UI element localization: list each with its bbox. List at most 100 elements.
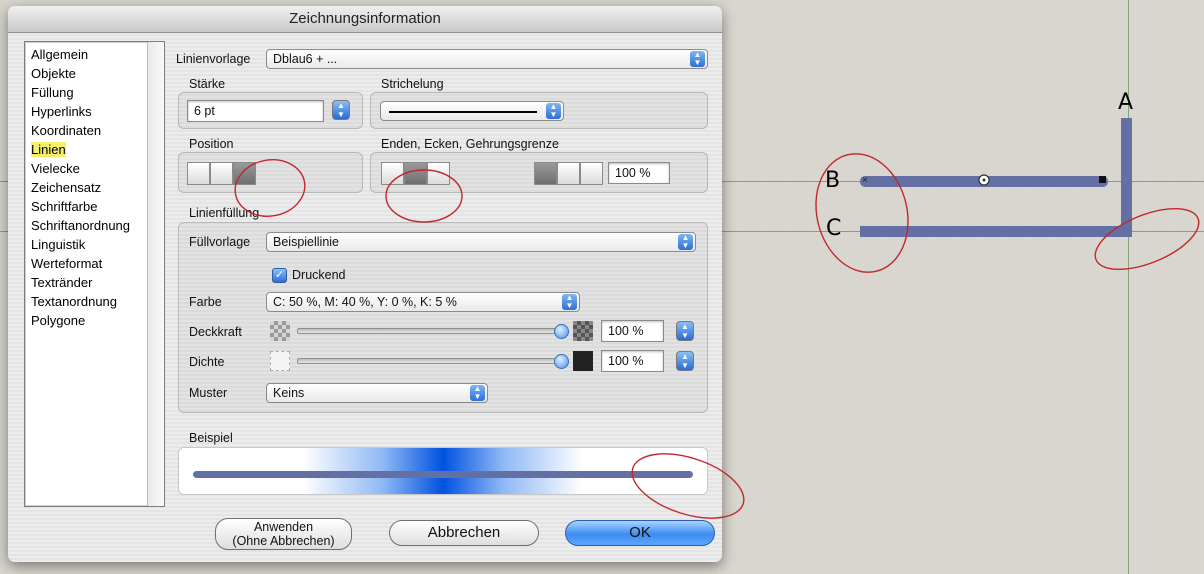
opacity-label: Deckkraft bbox=[189, 325, 242, 339]
fill-template-label: Füllvorlage bbox=[189, 235, 251, 249]
category-item[interactable]: Polygone bbox=[31, 311, 164, 330]
fill-template-value: Beispiellinie bbox=[273, 235, 340, 249]
opacity-field[interactable]: 100 % bbox=[601, 320, 664, 342]
preview-label: Beispiel bbox=[189, 431, 233, 445]
category-item-label: Polygone bbox=[31, 313, 86, 328]
round-cap-icon[interactable] bbox=[404, 162, 427, 185]
pattern-label: Muster bbox=[189, 386, 228, 400]
position-inside-icon[interactable] bbox=[210, 162, 233, 185]
category-item-label: Schriftanordnung bbox=[31, 218, 131, 233]
apply-button-label: Anwenden bbox=[253, 520, 314, 534]
category-item-label: Hyperlinks bbox=[31, 104, 92, 119]
popup-arrows-icon: ▲ ▼ bbox=[678, 234, 693, 250]
category-item[interactable]: Textanordnung bbox=[31, 292, 164, 311]
color-popup[interactable]: C: 50 %, M: 40 %, Y: 0 %, K: 5 % ▲ ▼ bbox=[266, 292, 580, 312]
category-item[interactable]: Linguistik bbox=[31, 235, 164, 254]
label-a: A bbox=[1118, 90, 1134, 115]
ok-button[interactable]: OK bbox=[565, 520, 715, 546]
preview-box bbox=[178, 447, 708, 495]
category-item[interactable]: Hyperlinks bbox=[31, 102, 164, 121]
category-list[interactable]: Allgemein Objekte Füllung Hyperlinks Koordin… bbox=[24, 41, 165, 507]
category-item-label: Textanordnung bbox=[31, 294, 118, 309]
annotation-circle bbox=[815, 153, 909, 273]
color-value: C: 50 %, M: 40 %, Y: 0 %, K: 5 % bbox=[273, 295, 457, 309]
dash-group: ▲ ▼ bbox=[370, 92, 708, 129]
opacity-slider-track[interactable] bbox=[297, 328, 561, 334]
opacity-max-swatch bbox=[573, 321, 593, 341]
category-item[interactable]: Objekte bbox=[31, 64, 164, 83]
solid-line-icon bbox=[389, 111, 537, 113]
category-item[interactable]: Schriftanordnung bbox=[31, 216, 164, 235]
printing-label: Druckend bbox=[292, 268, 346, 282]
annotation-circle bbox=[1094, 207, 1200, 271]
label-b: B bbox=[825, 168, 841, 193]
category-item[interactable]: Werteformat bbox=[31, 254, 164, 273]
category-item[interactable]: Füllung bbox=[31, 83, 164, 102]
category-item-label: Linien bbox=[31, 142, 66, 157]
position-center-icon[interactable] bbox=[187, 162, 210, 185]
category-item-label: Füllung bbox=[31, 85, 74, 100]
butt-cap-icon[interactable] bbox=[381, 162, 404, 185]
miter-join-icon[interactable] bbox=[534, 162, 557, 185]
line-template-popup[interactable]: Dblau6 + ... ▲ ▼ bbox=[266, 49, 708, 69]
category-item-label: Zeichensatz bbox=[31, 180, 102, 195]
dash-label: Strichelung bbox=[381, 77, 444, 91]
category-item[interactable]: Schriftfarbe bbox=[31, 197, 164, 216]
line-c[interactable] bbox=[860, 226, 1132, 237]
ends-group: 100 % bbox=[370, 152, 708, 193]
category-item-label: Linguistik bbox=[31, 237, 86, 252]
pattern-popup[interactable]: Keins ▲ ▼ bbox=[266, 383, 488, 403]
pattern-value: Keins bbox=[273, 386, 305, 400]
popup-arrows-icon: ▲ ▼ bbox=[546, 103, 561, 119]
popup-arrows-icon: ▲ ▼ bbox=[562, 294, 577, 310]
category-item[interactable]: Vielecke bbox=[31, 159, 164, 178]
category-item[interactable]: Koordinaten bbox=[31, 121, 164, 140]
category-item[interactable]: Zeichensatz bbox=[31, 178, 164, 197]
category-item-label: Koordinaten bbox=[31, 123, 102, 138]
width-stepper[interactable]: ▲ ▼ bbox=[332, 100, 350, 120]
category-item-label: Objekte bbox=[31, 66, 76, 81]
density-slider-track[interactable] bbox=[297, 358, 561, 364]
fill-template-popup[interactable]: Beispiellinie ▲ ▼ bbox=[266, 232, 696, 252]
position-label: Position bbox=[189, 137, 234, 151]
category-item-label: Schriftfarbe bbox=[31, 199, 98, 214]
dash-popup[interactable]: ▲ ▼ bbox=[380, 101, 564, 121]
width-group: 6 pt ▲ ▼ bbox=[178, 92, 363, 129]
category-item[interactable]: Allgemein bbox=[31, 45, 164, 64]
category-list-scrollbar[interactable] bbox=[147, 42, 164, 506]
cancel-button[interactable]: Abbrechen bbox=[389, 520, 539, 546]
width-field[interactable]: 6 pt bbox=[187, 100, 324, 122]
density-field[interactable]: 100 % bbox=[601, 350, 664, 372]
opacity-slider-knob[interactable] bbox=[554, 324, 569, 339]
line-a[interactable] bbox=[1121, 118, 1132, 237]
density-slider-knob[interactable] bbox=[554, 354, 569, 369]
square-cap-icon[interactable] bbox=[427, 162, 450, 185]
density-min-swatch bbox=[270, 351, 290, 371]
printing-checkbox[interactable]: ✓ bbox=[272, 268, 287, 283]
position-group bbox=[178, 152, 363, 193]
color-label: Farbe bbox=[189, 295, 222, 309]
dialog-title: Zeichnungsinformation bbox=[8, 6, 722, 33]
category-item[interactable]: Linien bbox=[31, 140, 164, 159]
line-fill-label: Linienfüllung bbox=[189, 206, 260, 220]
preview-line bbox=[193, 471, 693, 478]
popup-arrows-icon: ▲ ▼ bbox=[470, 385, 485, 401]
position-outside-icon[interactable] bbox=[233, 162, 256, 185]
line-template-label: Linienvorlage bbox=[176, 52, 251, 66]
category-item[interactable]: Textränder bbox=[31, 273, 164, 292]
miter-limit-field[interactable]: 100 % bbox=[608, 162, 670, 184]
popup-arrows-icon: ▲ ▼ bbox=[690, 51, 705, 67]
opacity-stepper[interactable]: ▲ ▼ bbox=[676, 321, 694, 341]
start-handle-icon: × bbox=[862, 175, 868, 186]
drawing-info-dialog: Zeichnungsinformation Allgemein Objekte Fü… bbox=[8, 6, 722, 562]
width-label: Stärke bbox=[189, 77, 226, 91]
category-item-label: Werteformat bbox=[31, 256, 103, 271]
bevel-join-icon[interactable] bbox=[580, 162, 603, 185]
end-handle-icon bbox=[1099, 176, 1106, 183]
line-template-value: Dblau6 + ... bbox=[273, 52, 338, 66]
density-stepper[interactable]: ▲ ▼ bbox=[676, 351, 694, 371]
round-join-icon[interactable] bbox=[557, 162, 580, 185]
opacity-min-swatch bbox=[270, 321, 290, 341]
category-item-label: Vielecke bbox=[31, 161, 80, 176]
apply-button[interactable]: Anwenden (Ohne Abbrechen) bbox=[215, 518, 352, 550]
